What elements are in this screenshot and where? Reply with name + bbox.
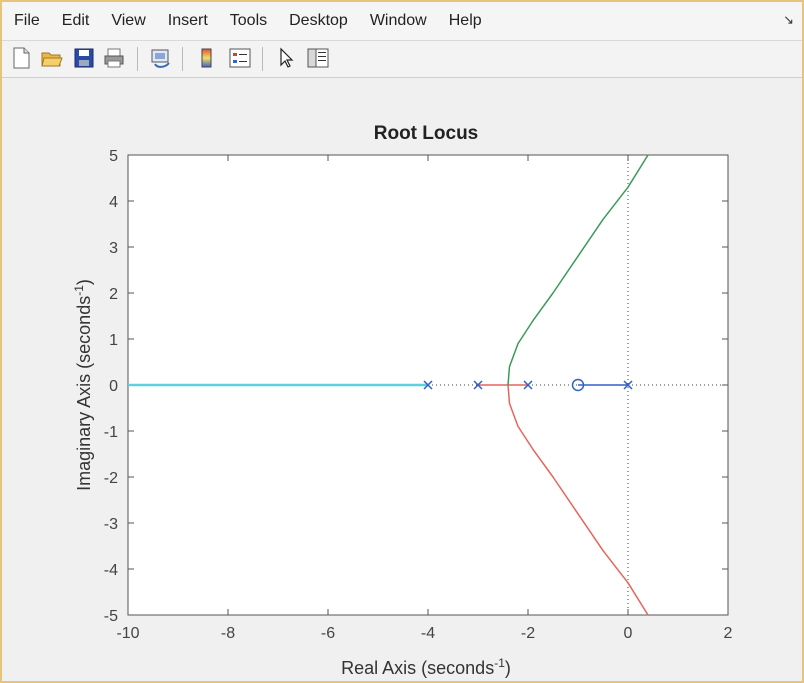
menu-help[interactable]: Help bbox=[438, 2, 493, 40]
y-tick-label: -4 bbox=[104, 562, 118, 579]
new-figure-icon[interactable] bbox=[9, 46, 33, 70]
y-tick-label: 2 bbox=[109, 286, 118, 303]
colorbar-icon[interactable] bbox=[195, 46, 219, 70]
x-tick-label: -2 bbox=[521, 625, 535, 642]
x-tick-label: 2 bbox=[724, 625, 733, 642]
y-axis-label: Imaginary Axis (seconds-1) bbox=[72, 279, 94, 491]
x-axis-label-end: ) bbox=[505, 658, 511, 678]
y-axis-label-sup: -1 bbox=[72, 285, 86, 296]
menu-tools[interactable]: Tools bbox=[219, 2, 278, 40]
toolbar bbox=[2, 41, 802, 78]
x-tick-label: 0 bbox=[624, 625, 633, 642]
x-tick-label: -4 bbox=[421, 625, 435, 642]
menu-window[interactable]: Window bbox=[359, 2, 438, 40]
y-tick-label: -3 bbox=[104, 516, 118, 533]
save-icon[interactable] bbox=[72, 46, 96, 70]
figure-canvas: Root Locus -10 -8 -6 -4 -2 0 2 5 4 3 2 1 0 -1 -2 -3 -4 -… bbox=[2, 78, 802, 681]
x-axis-label-text: Real Axis (seconds bbox=[341, 658, 494, 678]
menu-edit[interactable]: Edit bbox=[51, 2, 101, 40]
x-tick-label: -8 bbox=[221, 625, 235, 642]
y-tick-label: 4 bbox=[109, 194, 118, 211]
x-axis-label-sup: -1 bbox=[494, 656, 505, 670]
chart-title: Root Locus bbox=[374, 123, 479, 144]
plot-browser-icon[interactable] bbox=[306, 46, 330, 70]
y-axis-label-end: ) bbox=[74, 279, 94, 285]
root-locus-plot[interactable]: Root Locus -10 -8 -6 -4 -2 0 2 5 4 3 2 1 0 -1 -2 -3 -4 -… bbox=[2, 78, 802, 681]
x-tick-label: -10 bbox=[116, 625, 139, 642]
y-tick-label: 0 bbox=[109, 378, 118, 395]
menu-bar: File Edit View Insert Tools Desktop Wind… bbox=[2, 2, 802, 41]
print-icon[interactable] bbox=[102, 46, 126, 70]
menu-view[interactable]: View bbox=[100, 2, 156, 40]
figure-window: File Edit View Insert Tools Desktop Wind… bbox=[0, 0, 804, 683]
x-axis-label: Real Axis (seconds-1) bbox=[341, 656, 511, 678]
menu-file[interactable]: File bbox=[2, 2, 51, 40]
y-tick-label: 3 bbox=[109, 240, 118, 257]
toolbar-separator bbox=[262, 47, 263, 71]
dock-arrow-icon[interactable]: ↘ bbox=[783, 12, 794, 28]
open-file-icon[interactable] bbox=[40, 46, 64, 70]
menu-desktop[interactable]: Desktop bbox=[278, 2, 359, 40]
y-tick-label: -2 bbox=[104, 470, 118, 487]
pointer-icon[interactable] bbox=[274, 46, 298, 70]
y-tick-label: 5 bbox=[109, 148, 118, 165]
y-tick-label: 1 bbox=[109, 332, 118, 349]
toolbar-separator bbox=[137, 47, 138, 71]
menu-insert[interactable]: Insert bbox=[157, 2, 219, 40]
y-tick-label: -1 bbox=[104, 424, 118, 441]
toolbar-separator bbox=[182, 47, 183, 71]
y-tick-label: -5 bbox=[104, 608, 118, 625]
x-tick-label: -6 bbox=[321, 625, 335, 642]
link-plot-icon[interactable] bbox=[149, 46, 173, 70]
legend-icon[interactable] bbox=[228, 46, 252, 70]
y-axis-label-text: Imaginary Axis (seconds bbox=[74, 296, 94, 491]
